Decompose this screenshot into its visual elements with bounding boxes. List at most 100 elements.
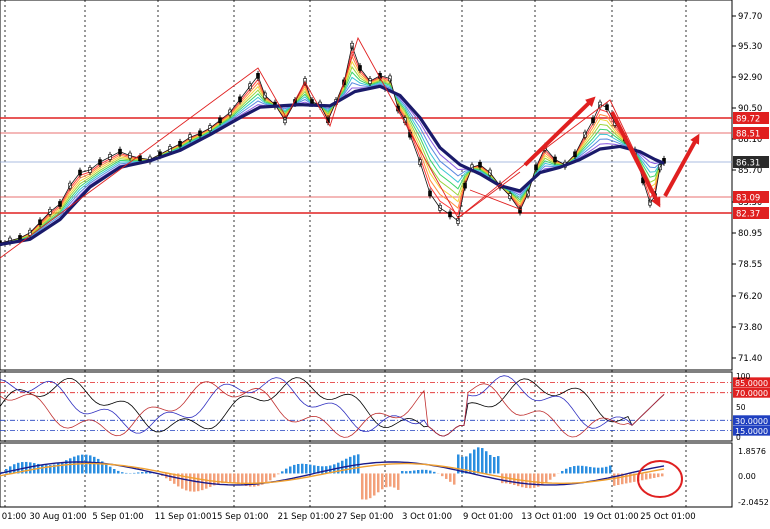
macd-histogram-bar bbox=[577, 466, 580, 474]
x-tick-label: 15 Sep 01:00 bbox=[212, 512, 269, 522]
x-tick-label: 21 Sep 01:00 bbox=[278, 512, 335, 522]
macd-histogram-bar bbox=[549, 473, 552, 479]
macd-histogram-bar bbox=[449, 473, 452, 481]
price-badge-label: 82.37 bbox=[736, 210, 760, 220]
rsi-level-label: 30.0000 bbox=[735, 417, 768, 426]
macd-histogram-bar bbox=[233, 473, 236, 483]
macd-histogram-bar bbox=[433, 472, 436, 474]
macd-histogram-bar bbox=[477, 447, 480, 473]
macd-histogram-bar bbox=[29, 462, 32, 473]
macd-histogram-bar bbox=[661, 473, 664, 476]
y-tick-label: 73.80 bbox=[738, 323, 762, 333]
macd-histogram-bar bbox=[125, 473, 128, 474]
macd-histogram-bar bbox=[597, 468, 600, 474]
macd-histogram-bar bbox=[9, 466, 12, 473]
macd-histogram-bar bbox=[453, 473, 456, 484]
macd-histogram-bar bbox=[397, 473, 400, 489]
price-badge-label: 86.31 bbox=[736, 159, 760, 169]
macd-histogram-bar bbox=[281, 471, 284, 473]
macd-histogram-bar bbox=[533, 473, 536, 487]
macd-histogram-bar bbox=[133, 473, 136, 474]
x-tick-label: 30 Aug 01:00 bbox=[29, 512, 86, 522]
macd-histogram-bar bbox=[273, 473, 276, 477]
macd-histogram-bar bbox=[45, 465, 48, 473]
macd-histogram-bar bbox=[393, 473, 396, 487]
macd-histogram-bar bbox=[605, 467, 608, 474]
macd-histogram-bar bbox=[485, 451, 488, 473]
macd-histogram-bar bbox=[641, 473, 644, 480]
macd-histogram-bar bbox=[445, 473, 448, 478]
macd-tick-label: -2.0452 bbox=[738, 498, 769, 507]
macd-histogram-bar bbox=[429, 471, 432, 474]
macd-histogram-bar bbox=[481, 448, 484, 473]
macd-histogram-bar bbox=[305, 464, 308, 473]
price-badge-label: 88.51 bbox=[736, 130, 760, 140]
x-tick-label: 5 Sep 01:00 bbox=[92, 512, 143, 522]
x-tick-label: 27 Sep 01:00 bbox=[337, 512, 394, 522]
price-badge-label: 83.09 bbox=[736, 194, 760, 204]
macd-tick-label: 0.00 bbox=[738, 472, 756, 481]
macd-histogram-bar bbox=[269, 473, 272, 480]
macd-histogram-bar bbox=[497, 456, 500, 473]
macd-histogram-bar bbox=[381, 473, 384, 489]
price-badge-label: 89.72 bbox=[736, 115, 760, 125]
rsi-tick-label: 100 bbox=[736, 372, 751, 381]
macd-histogram-bar bbox=[145, 472, 148, 474]
macd-histogram-bar bbox=[553, 473, 556, 476]
macd-histogram-bar bbox=[293, 465, 296, 474]
y-tick-label: 95.30 bbox=[738, 42, 762, 52]
macd-histogram-bar bbox=[97, 459, 100, 474]
macd-histogram-bar bbox=[645, 473, 648, 479]
y-tick-label: 80.95 bbox=[738, 229, 762, 239]
macd-histogram-bar bbox=[73, 457, 76, 474]
macd-histogram-bar bbox=[369, 473, 372, 498]
macd-histogram-bar bbox=[193, 473, 196, 491]
x-tick-label: 11 Sep 01:00 bbox=[155, 512, 212, 522]
macd-histogram-bar bbox=[41, 465, 44, 474]
macd-histogram-bar bbox=[13, 464, 16, 473]
macd-histogram-bar bbox=[313, 465, 316, 473]
macd-histogram-bar bbox=[613, 473, 616, 485]
x-tick-label: 01:00 bbox=[2, 512, 27, 522]
y-tick-label: 78.55 bbox=[738, 260, 762, 270]
macd-histogram-bar bbox=[377, 473, 380, 492]
macd-histogram-bar bbox=[93, 457, 96, 474]
macd-histogram-bar bbox=[573, 466, 576, 473]
macd-histogram-bar bbox=[297, 464, 300, 473]
macd-histogram-bar bbox=[601, 468, 604, 474]
x-tick-label: 13 Oct 01:00 bbox=[521, 512, 576, 522]
y-tick-label: 92.90 bbox=[738, 73, 762, 83]
macd-histogram-bar bbox=[417, 470, 420, 473]
macd-histogram-bar bbox=[441, 473, 444, 476]
macd-histogram-bar bbox=[473, 450, 476, 474]
macd-histogram-bar bbox=[61, 462, 64, 474]
macd-histogram-bar bbox=[561, 471, 564, 473]
macd-histogram-bar bbox=[265, 473, 268, 482]
macd-histogram-bar bbox=[493, 457, 496, 473]
x-tick-label: 3 Oct 01:00 bbox=[402, 512, 452, 522]
macd-histogram-bar bbox=[121, 472, 124, 473]
macd-histogram-bar bbox=[385, 473, 388, 487]
main-frame bbox=[0, 0, 732, 370]
y-tick-label: 71.40 bbox=[738, 354, 762, 364]
macd-histogram-bar bbox=[113, 469, 116, 473]
macd-histogram-bar bbox=[285, 469, 288, 474]
x-tick-label: 25 Oct 01:00 bbox=[640, 512, 695, 522]
macd-histogram-bar bbox=[565, 469, 568, 474]
macd-histogram-bar bbox=[89, 455, 92, 473]
macd-histogram-bar bbox=[653, 473, 656, 477]
y-tick-label: 76.20 bbox=[738, 292, 762, 302]
macd-histogram-bar bbox=[589, 467, 592, 474]
macd-histogram-bar bbox=[141, 472, 144, 473]
macd-histogram-bar bbox=[413, 470, 416, 473]
macd-histogram-bar bbox=[489, 455, 492, 473]
macd-histogram-bar bbox=[33, 463, 36, 473]
macd-histogram-bar bbox=[109, 467, 112, 474]
macd-histogram-bar bbox=[569, 467, 572, 473]
macd-histogram-bar bbox=[301, 464, 304, 474]
macd-histogram-bar bbox=[373, 473, 376, 495]
macd-histogram-bar bbox=[69, 458, 72, 473]
macd-histogram-bar bbox=[593, 467, 596, 473]
macd-histogram-bar bbox=[389, 473, 392, 486]
macd-histogram-bar bbox=[425, 470, 428, 474]
